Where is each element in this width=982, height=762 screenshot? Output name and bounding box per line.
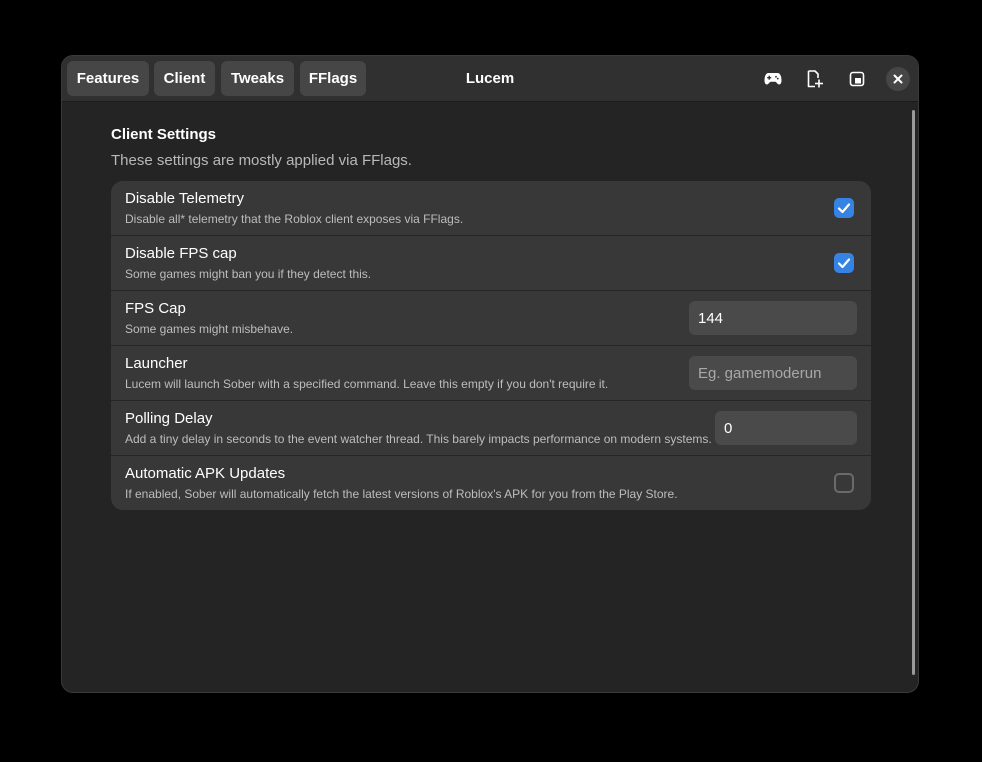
scrollbar[interactable] — [912, 110, 915, 675]
close-button[interactable] — [886, 67, 910, 91]
setting-row-polling-delay: Polling Delay Add a tiny delay in second… — [111, 401, 871, 456]
settings-list: Disable Telemetry Disable all* telemetry… — [111, 181, 871, 510]
setting-row-fps-cap: FPS Cap Some games might misbehave. — [111, 291, 871, 346]
tab-fflags[interactable]: FFlags — [300, 61, 366, 96]
setting-description: If enabled, Sober will automatically fet… — [125, 487, 678, 501]
setting-row-launcher: Launcher Lucem will launch Sober with a … — [111, 346, 871, 401]
setting-title: Launcher — [125, 355, 188, 372]
setting-title: Disable Telemetry — [125, 190, 244, 207]
setting-title: Automatic APK Updates — [125, 465, 286, 482]
setting-title: Disable FPS cap — [125, 245, 237, 262]
polling-delay-input[interactable] — [715, 411, 857, 445]
launcher-command-input[interactable] — [689, 356, 857, 390]
setting-description: Add a tiny delay in seconds to the event… — [125, 432, 712, 446]
setting-row-disable-fps-cap: Disable FPS cap Some games might ban you… — [111, 236, 871, 291]
new-file-button[interactable] — [800, 64, 830, 94]
setting-description: Disable all* telemetry that the Roblox c… — [125, 212, 464, 226]
checkmark-icon — [837, 258, 851, 269]
tab-features[interactable]: Features — [67, 61, 149, 96]
setting-row-disable-telemetry: Disable Telemetry Disable all* telemetry… — [111, 181, 871, 236]
checkmark-icon — [837, 203, 851, 214]
setting-description: Some games might misbehave. — [125, 322, 294, 336]
setting-description: Some games might ban you if they detect … — [125, 267, 372, 281]
tab-tweaks[interactable]: Tweaks — [221, 61, 294, 96]
game-button[interactable] — [758, 64, 788, 94]
new-document-icon — [807, 70, 823, 88]
disable-fps-cap-checkbox[interactable] — [834, 253, 854, 273]
automatic-apk-updates-checkbox[interactable] — [834, 473, 854, 493]
section-subtitle: These settings are mostly applied via FF… — [111, 152, 412, 169]
tab-client[interactable]: Client — [154, 61, 215, 96]
app-window: Features Client Tweaks FFlags Lucem Clie… — [61, 55, 919, 693]
disable-telemetry-checkbox[interactable] — [834, 198, 854, 218]
window-icon — [849, 71, 865, 87]
close-icon — [893, 74, 903, 84]
settings-page: Client Settings These settings are mostl… — [62, 102, 918, 692]
setting-row-automatic-apk-updates: Automatic APK Updates If enabled, Sober … — [111, 456, 871, 510]
setting-title: Polling Delay — [125, 410, 213, 427]
setting-description: Lucem will launch Sober with a specified… — [125, 377, 609, 391]
header-bar: Features Client Tweaks FFlags Lucem — [62, 56, 918, 102]
setting-title: FPS Cap — [125, 300, 186, 317]
fps-cap-input[interactable] — [689, 301, 857, 335]
gamepad-icon — [764, 73, 782, 85]
section-title: Client Settings — [111, 126, 217, 143]
window-mode-button[interactable] — [842, 64, 872, 94]
